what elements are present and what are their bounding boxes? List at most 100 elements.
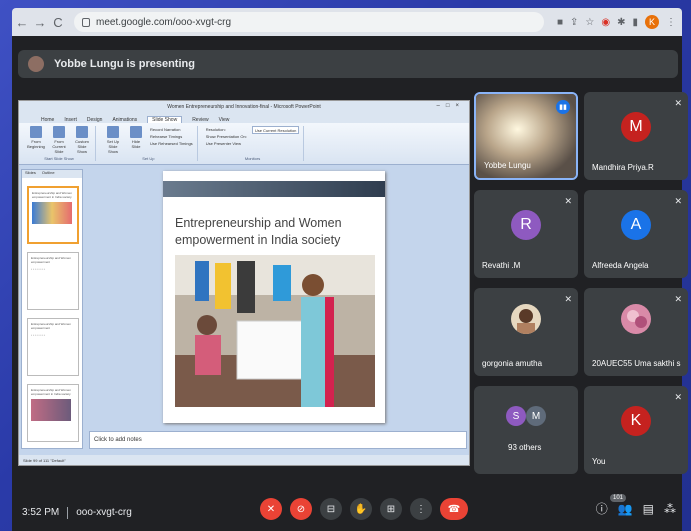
camera-off-button[interactable]: ⊘ [290, 498, 312, 520]
participant-tile[interactable]: ▮▮ Yobbe Lungu [474, 92, 578, 180]
thumbnail-image [31, 399, 71, 421]
mic-off-icon: ✕ [674, 98, 682, 108]
slide-thumbnail[interactable]: Entrepreneurship and Women empowerment i… [27, 384, 79, 442]
mic-off-icon: ✕ [674, 196, 682, 206]
women-workshop-photo [175, 255, 375, 407]
end-call-button[interactable]: ☎ [440, 498, 468, 520]
participant-tile[interactable]: ✕ R Revathi .M [474, 190, 578, 278]
monitors-options: Resolution: Show Presentation On: Use Pr… [206, 126, 247, 147]
profile-avatar[interactable]: K [645, 15, 659, 29]
participant-photo [511, 304, 541, 334]
side-controls: 101 ⓘ 👥 ▤ ⁂ [596, 494, 676, 517]
mic-off-button[interactable]: ✕ [260, 498, 282, 520]
participant-tile[interactable]: ✕ 20AUEC55 Uma sakthi s [584, 288, 688, 376]
others-tile[interactable]: S M 93 others [474, 386, 578, 474]
share-icon[interactable]: ⇪ [570, 17, 578, 28]
others-count: 93 others [508, 443, 542, 452]
camera-indicator-icon[interactable]: ■ [557, 17, 563, 28]
activities-icon[interactable]: ⁂ [664, 502, 676, 516]
star-icon[interactable]: ☆ [585, 17, 594, 28]
menu-icon[interactable]: ⋮ [666, 17, 676, 28]
slide-editing-pane: Entrepreneurship and Women empowerment i… [89, 169, 467, 425]
mic-off-icon: ✕ [674, 392, 682, 402]
participant-tile[interactable]: ✕ M Mandhira Priya.R [584, 92, 688, 180]
from-beginning-button[interactable]: From Beginning [27, 126, 45, 154]
slide-header-band [163, 181, 385, 197]
slide-thumbnail[interactable]: Entrepreneurship and Women empowerment •… [27, 252, 79, 310]
panel-tabs: Slides Outline [22, 170, 82, 178]
shared-screen: Women Entrepreneurship and Innovation-fi… [18, 100, 470, 466]
participant-name: Alfreeda Angela [592, 261, 649, 270]
self-avatar: K [621, 406, 651, 436]
slide-thumbnail[interactable]: Entrepreneurship and Women empowerment •… [27, 318, 79, 376]
presenting-banner: Yobbe Lungu is presenting [18, 50, 678, 78]
participant-name: Mandhira Priya.R [592, 163, 654, 172]
back-icon[interactable]: ← [14, 14, 30, 30]
ppt-tab-slide-show[interactable]: Slide Show [147, 116, 183, 123]
thumbnail-image [32, 202, 72, 224]
ppt-tab-view[interactable]: View [219, 117, 230, 123]
use-rehearsed-timings-option[interactable]: Use Rehearsed Timings [150, 140, 193, 147]
ppt-window-title: Women Entrepreneurship and Innovation-fi… [167, 104, 321, 110]
divider [67, 506, 69, 519]
ppt-tab-insert[interactable]: Insert [64, 117, 77, 123]
setup-options: Record Narration Rehearse Timings Use Re… [150, 126, 193, 154]
ppt-ribbon: From Beginning From Current Slide Custom… [19, 123, 469, 165]
info-icon[interactable]: ⓘ [596, 500, 608, 517]
set-up-slide-show-button[interactable]: Set Up Slide Show [104, 126, 122, 154]
captions-button[interactable]: ⊟ [320, 498, 342, 520]
participant-avatar: R [511, 210, 541, 240]
hide-slide-button[interactable]: Hide Slide [127, 126, 145, 154]
people-icon[interactable]: 👥 [618, 502, 633, 516]
participant-avatar: S [506, 406, 526, 426]
more-options-button[interactable]: ⋮ [410, 498, 432, 520]
participant-tile[interactable]: ✕ gorgonia amutha [474, 288, 578, 376]
current-time: 3:52 PM [22, 507, 60, 518]
self-tile[interactable]: ✕ K You [584, 386, 688, 474]
participant-tile[interactable]: ✕ A Alfreeda Angela [584, 190, 688, 278]
ppt-tab-animations[interactable]: Animations [112, 117, 137, 123]
window-icon[interactable]: ▮ [632, 17, 638, 28]
record-narration-option[interactable]: Record Narration [150, 126, 193, 133]
slide-thumbnail[interactable]: Entrepreneurship and Women empowerment i… [27, 186, 79, 244]
slide-title: Entrepreneurship and Women empowerment i… [175, 216, 342, 247]
ppt-tab-home[interactable]: Home [41, 117, 54, 123]
chat-icon[interactable]: ▤ [643, 502, 654, 516]
participant-avatar: M [621, 112, 651, 142]
current-slide[interactable]: Entrepreneurship and Women empowerment i… [163, 171, 385, 423]
custom-slide-show-button[interactable]: Custom Slide Show [73, 126, 91, 154]
presenter-view-option[interactable]: Use Presenter View [206, 140, 247, 147]
participant-avatar: M [526, 406, 546, 426]
speaking-indicator-icon: ▮▮ [556, 100, 570, 114]
ppt-tab-design[interactable]: Design [87, 117, 103, 123]
ppt-tab-review[interactable]: Review [192, 117, 208, 123]
lock-icon [82, 17, 90, 27]
raise-hand-button[interactable]: ✋ [350, 498, 372, 520]
ribbon-group-monitors: Resolution: Show Presentation On: Use Pr… [202, 126, 305, 161]
url-text: meet.google.com/ooo-xvgt-crg [96, 16, 232, 28]
ppt-window-buttons: –□× [436, 103, 465, 109]
address-bar[interactable]: meet.google.com/ooo-xvgt-crg [74, 12, 544, 32]
ppt-ribbon-tabs: Home Insert Design Animations Slide Show… [19, 113, 469, 123]
rehearse-timings-option[interactable]: Rehearse Timings [150, 133, 193, 140]
reload-icon[interactable]: C [50, 14, 66, 30]
outline-tab[interactable]: Outline [42, 170, 55, 178]
participant-count-badge: 101 [609, 494, 626, 502]
forward-icon[interactable]: → [32, 14, 48, 30]
extension-icon[interactable]: ◉ [601, 17, 610, 28]
slides-tab[interactable]: Slides [25, 170, 36, 178]
presenter-avatar [28, 56, 44, 72]
mic-off-icon: ✕ [564, 294, 572, 304]
puzzle-icon[interactable]: ✱ [617, 17, 625, 28]
slide-photo [175, 255, 375, 407]
notes-pane[interactable]: Click to add notes [89, 431, 467, 449]
ribbon-group-setup: Set Up Slide Show Hide Slide Record Narr… [100, 126, 198, 161]
mic-off-icon: ✕ [674, 294, 682, 304]
present-button[interactable]: ⊞ [380, 498, 402, 520]
ppt-title-bar: Women Entrepreneurship and Innovation-fi… [19, 101, 469, 113]
from-current-slide-button[interactable]: From Current Slide [50, 126, 68, 154]
resolution-select[interactable]: Use Current Resolution [251, 126, 300, 134]
resolution-label: Resolution: [205, 127, 226, 132]
participant-avatar: A [621, 210, 651, 240]
self-name: You [592, 457, 606, 466]
